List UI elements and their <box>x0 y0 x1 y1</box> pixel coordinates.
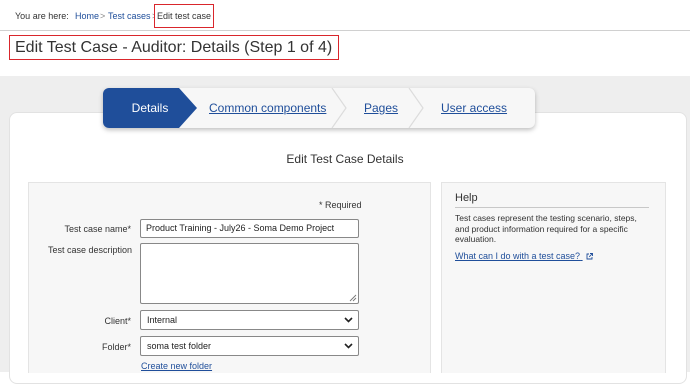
test-case-description-label: Test case description <box>48 245 133 255</box>
chevron-right-icon <box>407 88 427 128</box>
wizard-steps: Details Common components Pages User acc… <box>103 88 535 128</box>
help-title: Help <box>455 192 649 208</box>
create-new-folder-link[interactable]: Create new folder <box>141 361 212 371</box>
test-case-name-input[interactable]: Product Training - July26 - Soma Demo Pr… <box>140 219 359 238</box>
folder-select[interactable]: soma test folder <box>140 336 359 356</box>
breadcrumb-current: Edit test case <box>154 4 214 28</box>
step-pages[interactable]: Pages <box>364 88 398 128</box>
breadcrumb: You are here: Home > Test cases > Edit t… <box>0 0 690 31</box>
chevron-down-icon <box>344 317 353 323</box>
page-title: Edit Test Case - Auditor: Details (Step … <box>9 35 339 60</box>
test-case-description-textarea[interactable] <box>140 243 359 304</box>
breadcrumb-test-cases-link[interactable]: Test cases <box>108 11 151 22</box>
breadcrumb-label: You are here: <box>15 11 69 21</box>
resize-grip-icon[interactable] <box>349 294 357 302</box>
client-selected-value: Internal <box>147 315 178 325</box>
client-select[interactable]: Internal <box>140 310 359 330</box>
help-link[interactable]: What can I do with a test case? <box>455 251 593 261</box>
chevron-right-icon <box>330 88 350 128</box>
step-user-access[interactable]: User access <box>441 88 507 128</box>
required-note: * Required <box>319 200 362 210</box>
test-case-name-label: Test case name* <box>64 224 131 234</box>
chevron-down-icon <box>344 343 353 349</box>
folder-selected-value: soma test folder <box>147 341 212 351</box>
step-common-components[interactable]: Common components <box>209 88 326 128</box>
form-heading: Edit Test Case Details <box>286 152 404 166</box>
step-details[interactable]: Details <box>103 88 197 128</box>
breadcrumb-separator: > <box>100 11 106 21</box>
client-label: Client* <box>104 316 131 326</box>
help-text: Test cases represent the testing scenari… <box>455 213 637 244</box>
breadcrumb-home-link[interactable]: Home <box>75 11 99 22</box>
help-panel <box>441 182 666 373</box>
help-link-label[interactable]: What can I do with a test case? <box>455 251 580 261</box>
external-link-icon <box>586 253 593 260</box>
folder-label: Folder* <box>101 342 131 352</box>
